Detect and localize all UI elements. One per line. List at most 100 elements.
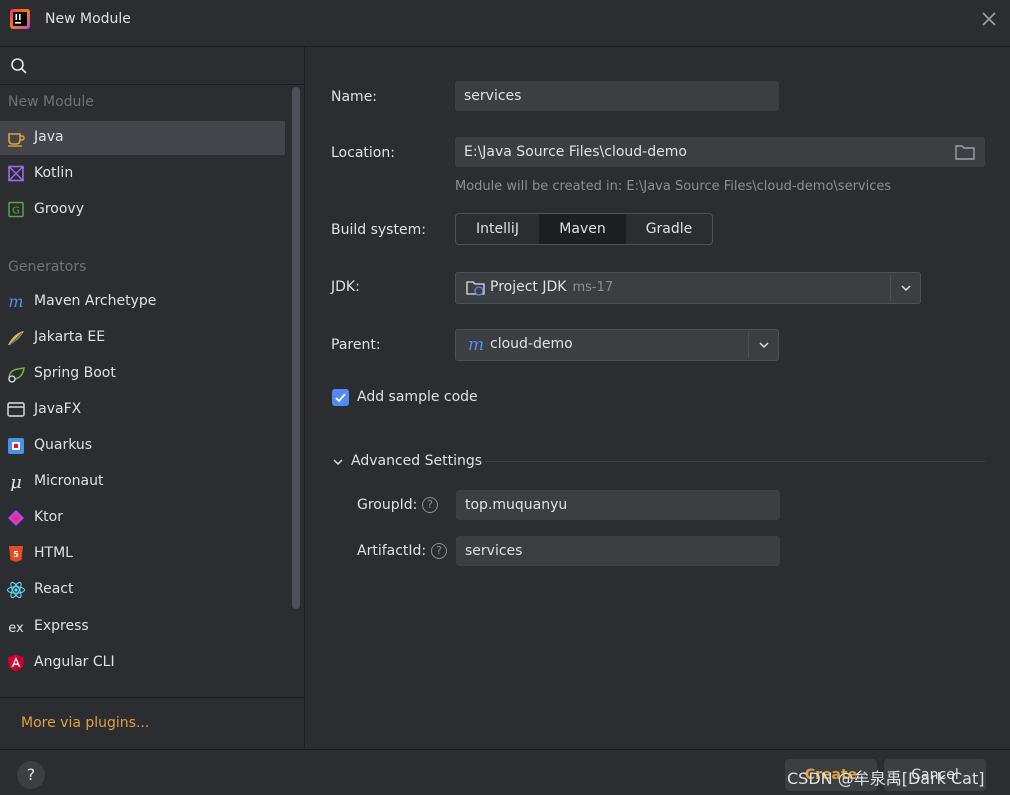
advanced-settings-label: Advanced Settings bbox=[351, 453, 483, 469]
sidebar-item-ktor[interactable]: Ktor bbox=[0, 501, 285, 535]
module-form: Name: services Location: E:\Java Source … bbox=[305, 47, 1010, 748]
build-option-gradle[interactable]: Gradle bbox=[626, 214, 712, 244]
sidebar-item-maven-archetype[interactable]: m Maven Archetype bbox=[0, 285, 285, 319]
sidebar-item-label: Jakarta EE bbox=[34, 329, 106, 345]
sidebar-footer: More via plugins... bbox=[0, 697, 304, 749]
sidebar-item-angular-cli[interactable]: Angular CLI bbox=[0, 646, 285, 680]
jdk-value: Project JDK bbox=[490, 279, 567, 295]
sidebar-item-groovy[interactable]: G Groovy bbox=[0, 193, 285, 227]
svg-text:5: 5 bbox=[13, 550, 19, 559]
jakarta-icon bbox=[8, 331, 24, 346]
artifactid-input[interactable]: services bbox=[456, 536, 780, 566]
chevron-down-icon bbox=[333, 459, 343, 466]
artifactid-help-icon[interactable]: ? bbox=[431, 543, 447, 559]
title-bar: New Module bbox=[0, 0, 1010, 47]
chevron-down-icon[interactable] bbox=[898, 280, 914, 296]
sidebar-item-label: Micronaut bbox=[34, 473, 104, 489]
window-title: New Module bbox=[45, 11, 131, 27]
ktor-icon bbox=[8, 510, 24, 526]
svg-text:μ: μ bbox=[10, 473, 22, 491]
sidebar-item-label: HTML bbox=[34, 545, 73, 561]
sidebar-item-javafx[interactable]: JavaFX bbox=[0, 393, 285, 427]
sidebar-item-label: Spring Boot bbox=[34, 365, 116, 381]
sidebar-item-html[interactable]: 5 HTML bbox=[0, 537, 285, 571]
sidebar-item-label: Groovy bbox=[34, 201, 84, 217]
name-label: Name: bbox=[331, 89, 378, 105]
groupid-help-icon[interactable]: ? bbox=[422, 497, 438, 513]
java-icon bbox=[8, 133, 25, 147]
checkmark-icon bbox=[335, 393, 346, 403]
sidebar-item-label: React bbox=[34, 581, 74, 597]
sidebar-item-micronaut[interactable]: μ Micronaut bbox=[0, 465, 285, 499]
sidebar-item-jakarta-ee[interactable]: Jakarta EE bbox=[0, 321, 285, 355]
maven-icon: m bbox=[8, 293, 23, 311]
sidebar-item-label: Quarkus bbox=[34, 437, 93, 453]
jdk-select-text: Project JDK ms-17 bbox=[490, 279, 613, 295]
sidebar-item-label: Express bbox=[34, 618, 89, 634]
dialog-footer: ? Create Cancel bbox=[0, 749, 1010, 795]
parent-select-divider bbox=[748, 332, 749, 358]
svg-text:m: m bbox=[468, 336, 484, 354]
advanced-settings-toggle[interactable]: Advanced Settings bbox=[331, 452, 985, 472]
chevron-down-icon[interactable] bbox=[756, 337, 772, 353]
sidebar-item-java[interactable]: Java bbox=[0, 121, 285, 155]
location-input[interactable]: E:\Java Source Files\cloud-demo bbox=[455, 137, 985, 167]
quarkus-icon bbox=[8, 438, 24, 454]
groupid-label: GroupId: bbox=[357, 497, 418, 513]
kotlin-icon bbox=[8, 165, 24, 182]
folder-icon[interactable] bbox=[955, 144, 975, 160]
name-input[interactable]: services bbox=[455, 81, 779, 111]
svg-text:G: G bbox=[12, 206, 20, 217]
express-icon: ex bbox=[8, 621, 24, 636]
jdk-select[interactable]: Project JDK ms-17 bbox=[455, 272, 921, 304]
search-icon[interactable] bbox=[10, 57, 28, 75]
parent-value: cloud-demo bbox=[490, 336, 573, 352]
sidebar-item-spring-boot[interactable]: Spring Boot bbox=[0, 357, 285, 391]
cancel-button[interactable]: Cancel bbox=[884, 759, 986, 791]
sidebar-item-label: Maven Archetype bbox=[34, 293, 157, 309]
create-button[interactable]: Create bbox=[785, 759, 877, 791]
jdk-select-divider bbox=[890, 275, 891, 301]
more-via-plugins-link[interactable]: More via plugins... bbox=[21, 715, 149, 731]
jdk-label: JDK: bbox=[331, 279, 360, 295]
section-label-new-module: New Module bbox=[8, 94, 94, 110]
javafx-icon bbox=[7, 402, 25, 417]
groovy-icon: G bbox=[8, 201, 24, 218]
build-option-intellij[interactable]: IntelliJ bbox=[456, 214, 539, 244]
sidebar-item-label: Ktor bbox=[34, 509, 63, 525]
parent-label: Parent: bbox=[331, 337, 381, 353]
intellij-logo-icon bbox=[10, 9, 30, 29]
sidebar-item-label: JavaFX bbox=[34, 401, 82, 417]
location-label: Location: bbox=[331, 145, 395, 161]
build-option-maven[interactable]: Maven bbox=[539, 214, 626, 244]
sidebar-item-kotlin[interactable]: Kotlin bbox=[0, 157, 285, 191]
html-icon: 5 bbox=[9, 546, 23, 562]
sidebar-search[interactable] bbox=[0, 47, 304, 85]
build-system-label: Build system: bbox=[331, 222, 426, 238]
react-icon bbox=[6, 581, 26, 599]
sidebar-item-express[interactable]: ex Express bbox=[0, 610, 285, 644]
sidebar-scrollbar-thumb[interactable] bbox=[292, 87, 300, 609]
sidebar-item-quarkus[interactable]: Quarkus bbox=[0, 429, 285, 463]
svg-text:ex: ex bbox=[8, 621, 24, 636]
sidebar: New Module Java Kotlin G Groovy Generato… bbox=[0, 47, 305, 749]
location-hint: Module will be created in: E:\Java Sourc… bbox=[455, 179, 892, 194]
angular-icon bbox=[8, 654, 24, 672]
add-sample-code-label[interactable]: Add sample code bbox=[357, 389, 478, 405]
groupid-input[interactable]: top.muquanyu bbox=[456, 490, 780, 520]
jdk-version: ms-17 bbox=[572, 280, 614, 295]
sidebar-item-label: Java bbox=[34, 129, 64, 145]
advanced-settings-divider bbox=[485, 461, 985, 462]
maven-icon: m bbox=[468, 336, 484, 354]
close-icon[interactable] bbox=[978, 8, 1000, 30]
add-sample-code-checkbox[interactable] bbox=[332, 389, 349, 406]
artifactid-label: ArtifactId: bbox=[357, 543, 427, 559]
build-system-selector: IntelliJ Maven Gradle bbox=[455, 213, 713, 245]
micronaut-icon: μ bbox=[10, 473, 22, 491]
jdk-folder-icon bbox=[466, 281, 485, 296]
sidebar-item-label: Angular CLI bbox=[34, 654, 115, 670]
parent-select[interactable]: m cloud-demo bbox=[455, 329, 779, 361]
sidebar-item-label: Kotlin bbox=[34, 165, 74, 181]
sidebar-item-react[interactable]: React bbox=[0, 573, 285, 607]
help-button[interactable]: ? bbox=[17, 761, 45, 789]
